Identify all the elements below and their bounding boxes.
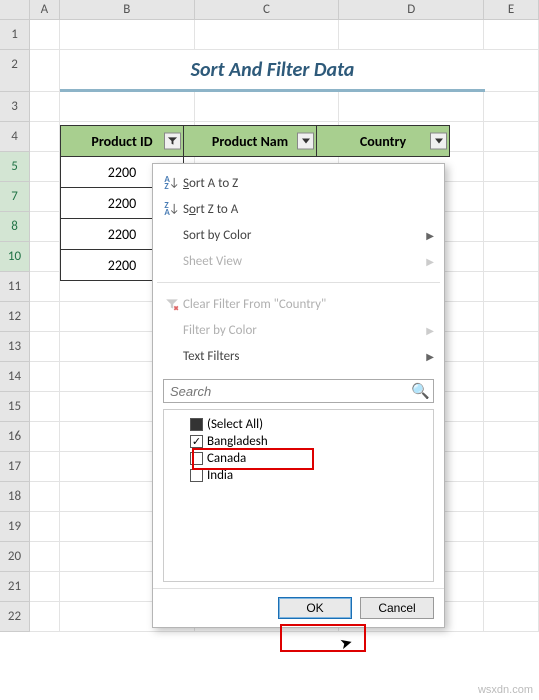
sheet-view: Sheet View ▶ bbox=[153, 248, 444, 274]
row-header[interactable]: 2 bbox=[0, 50, 30, 92]
ok-button[interactable]: OK bbox=[278, 597, 352, 619]
row-header[interactable]: 17 bbox=[0, 452, 30, 482]
check-label: India bbox=[207, 468, 233, 483]
row-headers: 1 2 3 4 5 7 8 10 11 12 13 14 15 16 17 18… bbox=[0, 20, 30, 632]
row-header[interactable]: 3 bbox=[0, 92, 30, 122]
checkbox-checked[interactable] bbox=[190, 435, 203, 448]
header-label: Country bbox=[360, 133, 406, 150]
header-label: Product Nam bbox=[212, 133, 288, 150]
sort-az-icon: AZ↓ bbox=[161, 176, 183, 190]
sort-za-icon: ZA↓ bbox=[161, 202, 183, 216]
check-item-india[interactable]: India bbox=[168, 467, 429, 484]
col-header-C[interactable]: C bbox=[195, 0, 340, 19]
sort-a-to-z[interactable]: AZ↓ Sort A to Z bbox=[153, 170, 444, 196]
column-headers: A B C D E bbox=[0, 0, 539, 20]
search-row: 🔍 bbox=[163, 379, 434, 403]
row-header[interactable]: 20 bbox=[0, 542, 30, 572]
row-header[interactable]: 15 bbox=[0, 392, 30, 422]
clear-filter-icon bbox=[161, 297, 183, 311]
table-header-product-id: Product ID bbox=[61, 126, 184, 157]
chevron-right-icon: ▶ bbox=[426, 255, 434, 268]
table-header-country: Country bbox=[317, 126, 450, 157]
col-header-A[interactable]: A bbox=[30, 0, 60, 19]
row-header[interactable]: 18 bbox=[0, 482, 30, 512]
row-header[interactable]: 12 bbox=[0, 302, 30, 332]
button-row: OK Cancel bbox=[153, 588, 444, 627]
row-header[interactable]: 21 bbox=[0, 572, 30, 602]
cancel-button[interactable]: Cancel bbox=[360, 597, 434, 619]
filter-button[interactable] bbox=[297, 133, 314, 150]
menu-label: Text Filters bbox=[183, 349, 426, 364]
sort-by-color[interactable]: Sort by Color ▶ bbox=[153, 222, 444, 248]
select-all-corner[interactable] bbox=[0, 0, 30, 19]
menu-label: Sort Z to A bbox=[183, 202, 434, 217]
menu-label: Sort A to Z bbox=[183, 176, 434, 191]
row-header[interactable]: 1 bbox=[0, 20, 30, 50]
row-header[interactable]: 8 bbox=[0, 212, 30, 242]
row-header[interactable]: 4 bbox=[0, 122, 30, 152]
check-select-all[interactable]: (Select All) bbox=[168, 416, 429, 433]
col-header-E[interactable]: E bbox=[484, 0, 539, 19]
col-header-D[interactable]: D bbox=[339, 0, 484, 19]
row-header[interactable]: 10 bbox=[0, 242, 30, 272]
checkbox-unchecked[interactable] bbox=[190, 452, 203, 465]
watermark: wsxdn.com bbox=[478, 684, 533, 696]
filter-dropdown: AZ↓ Sort A to Z ZA↓ Sort Z to A Sort by … bbox=[152, 163, 445, 628]
chevron-right-icon: ▶ bbox=[426, 350, 434, 363]
check-item-canada[interactable]: Canada bbox=[168, 450, 429, 467]
menu-label: Sheet View bbox=[183, 254, 426, 269]
separator bbox=[157, 282, 440, 283]
filter-button[interactable] bbox=[430, 133, 447, 150]
search-icon[interactable]: 🔍 bbox=[411, 382, 430, 401]
filter-by-color: Filter by Color ▶ bbox=[153, 317, 444, 343]
clear-filter: Clear Filter From "Country" bbox=[153, 291, 444, 317]
row-header[interactable]: 5 bbox=[0, 152, 30, 182]
header-label: Product ID bbox=[91, 133, 152, 150]
row-header[interactable]: 7 bbox=[0, 182, 30, 212]
check-label: (Select All) bbox=[207, 417, 263, 432]
row-header[interactable]: 22 bbox=[0, 602, 30, 632]
funnel-icon bbox=[167, 136, 178, 147]
menu-label: Clear Filter From "Country" bbox=[183, 297, 434, 312]
menu-label: Sort by Color bbox=[183, 228, 426, 243]
chevron-right-icon: ▶ bbox=[426, 229, 434, 242]
chevron-right-icon: ▶ bbox=[426, 324, 434, 337]
checkbox-unchecked[interactable] bbox=[190, 469, 203, 482]
filter-checklist[interactable]: (Select All) Bangladesh Canada India bbox=[163, 409, 434, 582]
search-input[interactable] bbox=[163, 379, 434, 403]
row-header[interactable]: 19 bbox=[0, 512, 30, 542]
sort-z-to-a[interactable]: ZA↓ Sort Z to A bbox=[153, 196, 444, 222]
table-header-product-name: Product Nam bbox=[184, 126, 317, 157]
row-header[interactable]: 14 bbox=[0, 362, 30, 392]
text-filters[interactable]: Text Filters ▶ bbox=[153, 343, 444, 369]
page-title: Sort And Filter Data bbox=[60, 50, 485, 92]
col-header-B[interactable]: B bbox=[60, 0, 195, 19]
filter-button[interactable] bbox=[164, 133, 181, 150]
check-label: Canada bbox=[207, 451, 246, 466]
menu-label: Filter by Color bbox=[183, 323, 426, 338]
row-header[interactable]: 11 bbox=[0, 272, 30, 302]
check-item-bangladesh[interactable]: Bangladesh bbox=[168, 433, 429, 450]
row-header[interactable]: 13 bbox=[0, 332, 30, 362]
row-header[interactable]: 16 bbox=[0, 422, 30, 452]
check-label: Bangladesh bbox=[207, 434, 268, 449]
checkbox-mixed[interactable] bbox=[190, 418, 203, 431]
